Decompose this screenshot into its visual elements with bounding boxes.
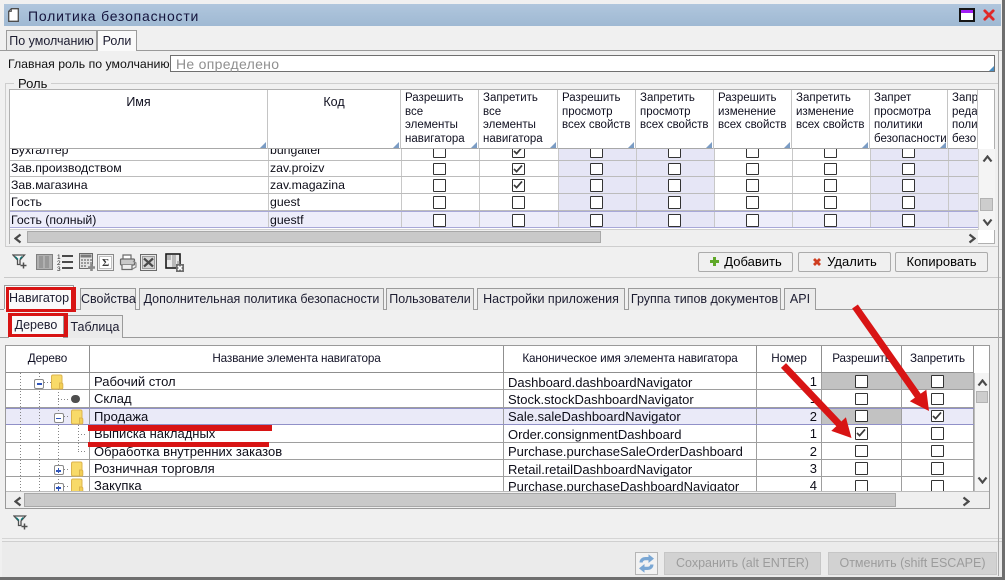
svg-text:Σ: Σ [102, 257, 109, 269]
svg-text:3: 3 [57, 266, 61, 271]
